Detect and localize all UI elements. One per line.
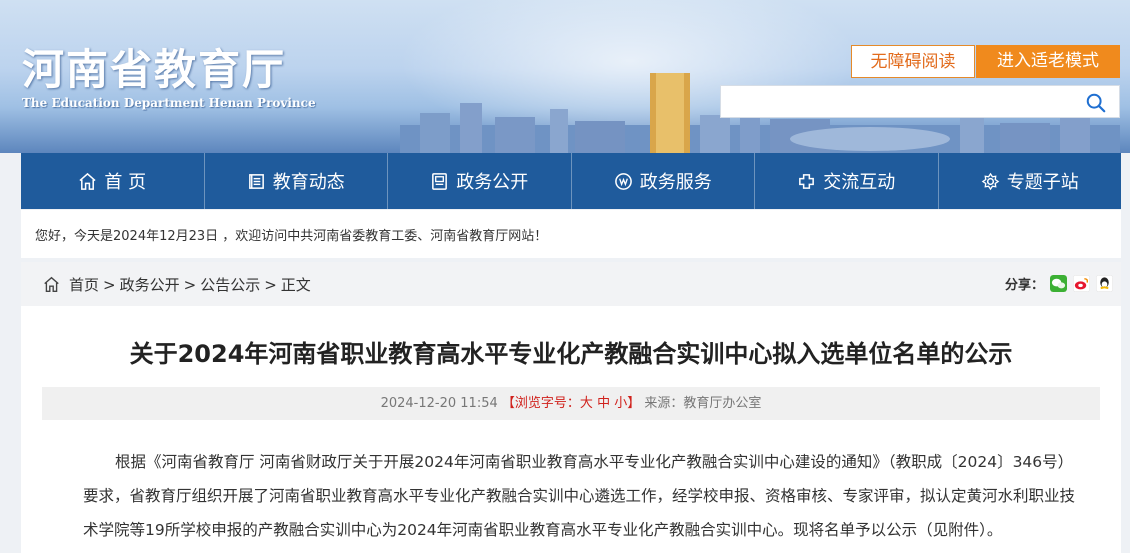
main-nav: 首 页 教育动态 政务公开 政务服务 交流互动 专题子站: [21, 153, 1121, 209]
nav-item-interaction[interactable]: 交流互动: [755, 153, 939, 209]
nav-item-label: 专题子站: [1006, 172, 1079, 193]
font-size-suffix: 】: [627, 396, 641, 411]
nav-item-home[interactable]: 首 页: [21, 153, 205, 209]
article: 关于2024年河南省职业教育高水平专业化产教融合实训中心拟入选单位名单的公示 2…: [21, 306, 1121, 553]
breadcrumb-notice-link[interactable]: 公告公示: [200, 274, 260, 295]
site-logo-subtitle: The Education Department Henan Province: [22, 96, 316, 110]
nav-item-label: 教育动态: [272, 172, 345, 193]
home-icon: [44, 276, 59, 292]
font-size-prefix: 【浏览字号：: [501, 396, 580, 411]
gear-icon: [981, 172, 1000, 190]
breadcrumb: 首页 > 政务公开 > 公告公示 > 正文: [43, 274, 311, 295]
accessibility-reading-button[interactable]: 无障碍阅读: [851, 45, 975, 78]
interaction-icon: [799, 173, 815, 189]
article-title: 关于2024年河南省职业教育高水平专业化产教融合实训中心拟入选单位名单的公示: [129, 340, 1013, 368]
breadcrumb-separator: >: [183, 275, 197, 294]
nav-item-label: 政务服务: [639, 172, 712, 193]
qq-share-icon[interactable]: [1096, 275, 1113, 292]
nav-item-gov-service[interactable]: 政务服务: [572, 153, 755, 209]
weibo-share-icon[interactable]: [1073, 275, 1090, 292]
font-size-small-button[interactable]: 小: [614, 396, 627, 411]
nav-item-label: 首 页: [104, 172, 147, 193]
search-icon[interactable]: [1085, 92, 1107, 114]
font-size-large-button[interactable]: 大: [580, 396, 593, 411]
header-banner: 河南省教育厅 The Education Department Henan Pr…: [0, 0, 1130, 153]
share-label: 分享：: [1004, 278, 1044, 293]
font-size-control: 【浏览字号：大 中 小】: [502, 396, 640, 411]
breadcrumb-separator: >: [264, 275, 277, 294]
article-body: 根据《河南省教育厅 河南省财政厅关于开展2024年河南省职业教育高水平专业化产教…: [83, 453, 1076, 539]
article-date: 2024-12-20 11:54: [380, 396, 498, 411]
breadcrumb-bar: 首页 > 政务公开 > 公告公示 > 正文 分享：: [21, 262, 1121, 306]
welcome-text: 您好，今天是2024年12月23日 ，欢迎访问中共河南省委教育工委、河南省教育厅…: [35, 229, 548, 244]
nav-item-gov-open[interactable]: 政务公开: [388, 153, 572, 209]
nav-item-special-sites[interactable]: 专题子站: [939, 153, 1122, 209]
wechat-share-icon[interactable]: [1050, 275, 1067, 292]
share-bar: 分享：: [1005, 274, 1113, 293]
nav-item-label: 交流互动: [823, 172, 896, 193]
breadcrumb-gov-open-link[interactable]: 政务公开: [120, 274, 180, 295]
breadcrumb-home-link[interactable]: 首页: [69, 274, 99, 295]
nav-item-label: 政务公开: [456, 172, 529, 193]
article-source: 来源：教育厅办公室: [644, 396, 762, 411]
breadcrumb-current: 正文: [280, 276, 311, 294]
breadcrumb-separator: >: [103, 275, 116, 294]
home-icon: [79, 172, 96, 190]
search-input[interactable]: [729, 90, 1073, 115]
nav-item-news[interactable]: 教育动态: [205, 153, 388, 209]
document-icon: [432, 172, 448, 190]
site-logo-title[interactable]: 河南省教育厅: [22, 36, 286, 97]
news-icon: [248, 173, 264, 189]
welcome-bar: 您好，今天是2024年12月23日 ，欢迎访问中共河南省委教育工委、河南省教育厅…: [21, 210, 1121, 258]
search-box: [720, 85, 1120, 118]
page: 河南省教育厅 The Education Department Henan Pr…: [0, 0, 1130, 553]
font-size-medium-button[interactable]: 中: [597, 396, 610, 411]
service-icon: [614, 172, 632, 190]
elder-mode-button[interactable]: 进入适老模式: [976, 45, 1120, 78]
article-meta: 2024-12-20 11:54 【浏览字号：大 中 小】 来源：教育厅办公室: [42, 387, 1100, 420]
